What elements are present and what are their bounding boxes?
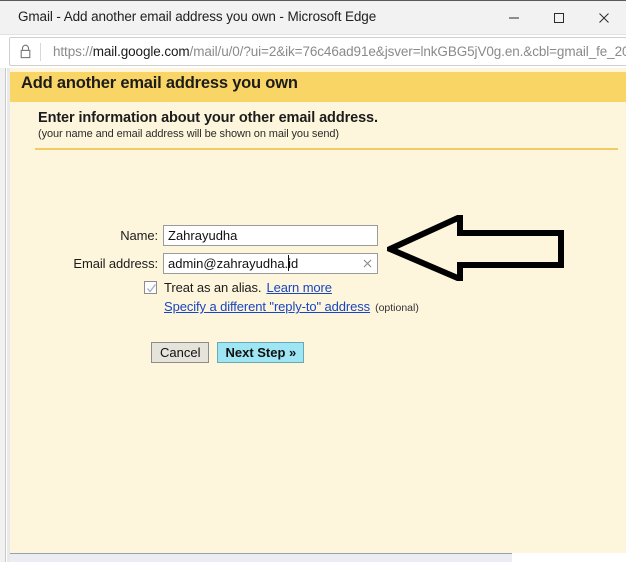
- page-title: Add another email address you own: [21, 74, 298, 92]
- padlock-icon[interactable]: [10, 44, 40, 59]
- viewport-left-border: [0, 68, 6, 562]
- address-bar[interactable]: https://mail.google.com/mail/u/0/?ui=2&i…: [9, 37, 626, 66]
- section-title: Enter information about your other email…: [38, 110, 378, 126]
- url-path: /mail/u/0/?ui=2&ik=76c46ad91e&jsver=lnkG…: [189, 44, 626, 59]
- url-text[interactable]: https://mail.google.com/mail/u/0/?ui=2&i…: [41, 44, 626, 59]
- address-bar-area: https://mail.google.com/mail/u/0/?ui=2&i…: [0, 35, 626, 68]
- clear-x-icon[interactable]: [361, 257, 374, 270]
- left-pointing-arrow-icon: [387, 215, 567, 281]
- gmail-dialog-page: Add another email address you own Enter …: [10, 68, 626, 553]
- page-viewport: Add another email address you own Enter …: [0, 68, 626, 562]
- reply-to-link[interactable]: Specify a different "reply-to" address: [164, 299, 370, 314]
- dialog-button-row: Cancel Next Step »: [151, 342, 305, 363]
- section-subtitle: (your name and email address will be sho…: [38, 128, 339, 140]
- maximize-icon[interactable]: [536, 0, 581, 35]
- checkmark-icon: [147, 284, 157, 293]
- learn-more-link[interactable]: Learn more: [266, 280, 332, 295]
- alias-checkbox-row[interactable]: Treat as an alias. Learn more: [144, 280, 332, 295]
- next-step-button[interactable]: Next Step »: [217, 342, 305, 363]
- cancel-button[interactable]: Cancel: [151, 342, 210, 363]
- text-cursor: [288, 255, 289, 271]
- browser-window: Gmail - Add another email address you ow…: [0, 0, 626, 562]
- page-bottom-strip-right: [512, 553, 626, 562]
- title-bar: Gmail - Add another email address you ow…: [0, 0, 626, 35]
- email-field-label: Email address:: [73, 256, 158, 271]
- minimize-icon[interactable]: [491, 0, 536, 35]
- name-field-label: Name:: [120, 228, 158, 243]
- close-icon[interactable]: [581, 0, 626, 35]
- section-divider: [35, 148, 618, 150]
- email-input[interactable]: [163, 253, 378, 274]
- window-title: Gmail - Add another email address you ow…: [18, 9, 377, 24]
- alias-checkbox[interactable]: [144, 281, 157, 294]
- page-bottom-strip: [10, 553, 512, 562]
- name-input[interactable]: [163, 225, 378, 246]
- url-scheme: https://: [53, 44, 93, 59]
- window-controls: [491, 0, 626, 35]
- reply-to-row: Specify a different "reply-to" address (…: [164, 299, 419, 314]
- alias-label: Treat as an alias.: [164, 280, 262, 295]
- url-host: mail.google.com: [92, 44, 190, 59]
- reply-to-optional-note: (optional): [375, 302, 419, 314]
